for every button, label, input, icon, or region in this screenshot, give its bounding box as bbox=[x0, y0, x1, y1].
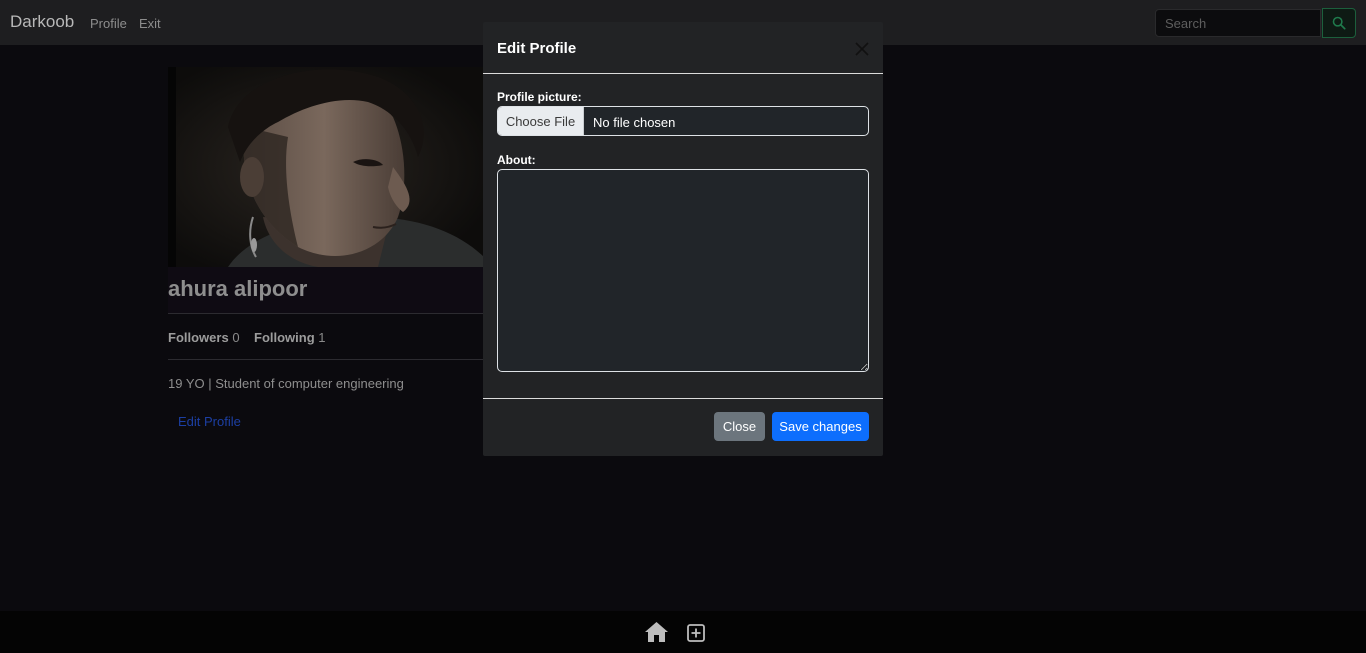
profile-picture-label: Profile picture: bbox=[497, 90, 582, 104]
following-label[interactable]: Following bbox=[254, 330, 315, 345]
search-button[interactable] bbox=[1322, 8, 1356, 38]
edit-profile-modal: Edit Profile Profile picture: Choose Fil… bbox=[483, 22, 883, 456]
followers-label[interactable]: Followers bbox=[168, 330, 229, 345]
search-input[interactable] bbox=[1155, 9, 1321, 37]
home-button[interactable] bbox=[644, 621, 669, 643]
bottom-navbar bbox=[0, 611, 1366, 653]
profile-picture-input[interactable]: Choose File No file chosen bbox=[497, 106, 869, 136]
about-label: About: bbox=[497, 153, 536, 167]
following-count: 1 bbox=[318, 330, 326, 345]
close-button[interactable]: Close bbox=[714, 412, 765, 441]
nav-link-exit[interactable]: Exit bbox=[139, 16, 161, 31]
profile-photo bbox=[168, 67, 484, 267]
profile-name: ahura alipoor bbox=[168, 276, 308, 301]
modal-close-button[interactable] bbox=[855, 42, 869, 56]
brand-logo[interactable]: Darkoob bbox=[10, 12, 74, 32]
profile-bio: 19 YO | Student of computer engineering bbox=[168, 376, 404, 391]
modal-header-divider bbox=[483, 73, 883, 74]
save-changes-button[interactable]: Save changes bbox=[772, 412, 869, 441]
about-textarea[interactable] bbox=[497, 169, 869, 372]
divider bbox=[168, 359, 484, 360]
modal-title: Edit Profile bbox=[497, 40, 577, 57]
followers-count: 0 bbox=[232, 330, 240, 345]
edit-profile-link[interactable]: Edit Profile bbox=[178, 414, 241, 429]
home-icon bbox=[645, 622, 668, 642]
new-post-button[interactable] bbox=[687, 624, 705, 642]
close-icon bbox=[855, 42, 869, 56]
profile-stats: Followers 0 Following 1 bbox=[168, 330, 326, 345]
plus-square-icon bbox=[687, 624, 705, 642]
file-status-text: No file chosen bbox=[593, 115, 676, 130]
nav-link-profile[interactable]: Profile bbox=[90, 16, 127, 31]
search-icon bbox=[1332, 16, 1346, 30]
modal-footer-divider bbox=[483, 398, 883, 399]
divider bbox=[168, 313, 484, 314]
choose-file-button[interactable]: Choose File bbox=[498, 107, 584, 135]
